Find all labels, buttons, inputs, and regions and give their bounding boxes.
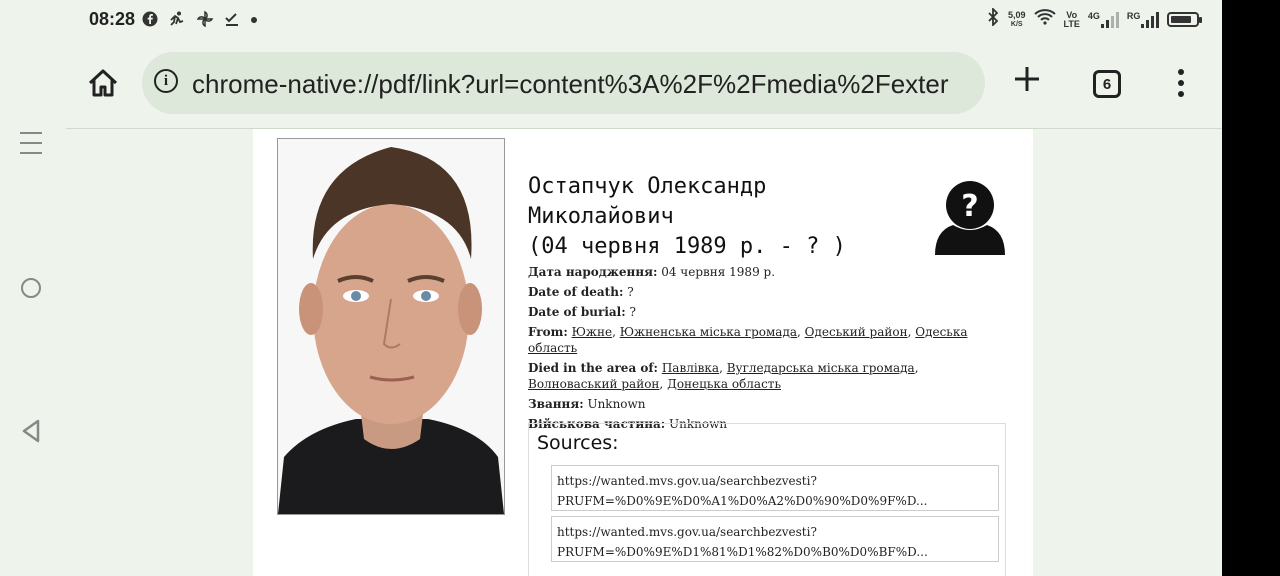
clock: 08:28 [89, 9, 136, 29]
pdf-page: Остапчук Олександр Миколайович (04 червн… [253, 129, 1033, 576]
dot-icon [250, 11, 258, 32]
home-icon [88, 69, 118, 97]
info-icon[interactable]: i [154, 69, 178, 93]
death-label: Date of death: [528, 285, 624, 299]
birth-label: Дата народження: [528, 265, 658, 279]
profile-photo [277, 138, 505, 515]
rank-row: Звання: Unknown [528, 396, 998, 412]
source-link-2[interactable]: https://wanted.mvs.gov.ua/searchbezvesti… [551, 516, 999, 562]
recent-apps-button[interactable] [20, 132, 42, 162]
screen-edge [1222, 0, 1280, 576]
home-nav-button[interactable] [21, 278, 41, 298]
from-link-community[interactable]: Южненська міська громада [620, 325, 797, 339]
died-link-district[interactable]: Волноваський район [528, 377, 659, 391]
died-link-region[interactable]: Донецька область [667, 377, 781, 391]
back-button[interactable] [20, 418, 42, 449]
new-tab-button[interactable] [1012, 64, 1042, 100]
wifi-icon [1033, 9, 1056, 30]
status-bar: 08:28 5,09 K/S Vo LTE 4G RG [0, 0, 1222, 40]
name-line-patronymic: Миколайович [528, 204, 674, 229]
person-photo-icon [278, 139, 504, 514]
from-link-town[interactable]: Южне [572, 325, 612, 339]
person-details: Дата народження: 04 червня 1989 р. Date … [528, 264, 998, 436]
source-url-line: PRUFM=%D0%9E%D1%81%D1%82%D0%B0%D0%BF%D..… [557, 545, 928, 559]
source-link-1[interactable]: https://wanted.mvs.gov.ua/searchbezvesti… [551, 465, 999, 511]
menu-line [20, 142, 42, 144]
facebook-icon [142, 11, 158, 32]
died-link-village[interactable]: Павлівка [662, 361, 719, 375]
unknown-person-icon: ? [931, 179, 1009, 257]
home-button[interactable] [86, 66, 120, 100]
burial-value: ? [625, 305, 636, 319]
plus-icon [1015, 67, 1039, 91]
system-icons: 5,09 K/S Vo LTE 4G RG [986, 6, 1203, 31]
from-link-district[interactable]: Одеський район [805, 325, 908, 339]
menu-line [20, 152, 42, 154]
volte-indicator: Vo LTE [1063, 10, 1080, 29]
death-value: ? [623, 285, 634, 299]
net-speed-unit: K/S [1010, 20, 1023, 28]
net-type-label: 4G [1087, 10, 1100, 21]
died-area-label: Died in the area of: [528, 361, 658, 375]
person-name: Остапчук Олександр Миколайович (04 червн… [528, 172, 858, 262]
birth-value: 04 червня 1989 р. [657, 265, 776, 279]
burial-label: Date of burial: [528, 305, 626, 319]
net-speed-value: 5,09 [1008, 9, 1026, 20]
sources-title: Sources: [537, 432, 619, 454]
death-row: Date of death: ? [528, 284, 998, 300]
menu-line [20, 132, 42, 134]
rank-value: Unknown [583, 397, 646, 411]
name-line-dates: (04 червня 1989 р. - ? ) [528, 234, 846, 259]
menu-dot [1178, 80, 1184, 86]
signal-second-sim: RG [1126, 10, 1160, 28]
menu-dot [1178, 91, 1184, 97]
source-url-line: https://wanted.mvs.gov.ua/searchbezvesti… [557, 525, 817, 539]
source-url-line: https://wanted.mvs.gov.ua/searchbezvesti… [557, 474, 817, 488]
tab-switcher-button[interactable]: 6 [1093, 70, 1121, 98]
signal-bars-icon [1100, 11, 1119, 28]
signal-bars-icon [1141, 11, 1160, 28]
from-label: From: [528, 325, 568, 339]
net-speed: 5,09 K/S [1008, 9, 1026, 29]
burial-row: Date of burial: ? [528, 304, 998, 320]
rank-label: Звання: [528, 397, 584, 411]
died-area-row: Died in the area of: Павлівка, Вугледарс… [528, 361, 919, 391]
volte-bottom: LTE [1063, 18, 1080, 29]
activity-icon [168, 11, 186, 32]
svg-text:?: ? [961, 189, 978, 224]
bluetooth-icon [986, 6, 1000, 31]
signal-4g: 4G [1087, 10, 1119, 28]
pinwheel-icon [196, 10, 214, 33]
address-bar[interactable]: i chrome-native://pdf/link?url=content%3… [142, 52, 985, 114]
check-icon [224, 11, 240, 32]
name-line-surname: Остапчук Олександр [528, 174, 767, 199]
url-text[interactable]: chrome-native://pdf/link?url=content%3A%… [192, 69, 949, 100]
notification-icons [142, 10, 258, 33]
died-link-community[interactable]: Вугледарська міська громада [727, 361, 915, 375]
menu-dot [1178, 69, 1184, 75]
source-url-line: PRUFM=%D0%9E%D0%A1%D0%A2%D0%90%D0%9F%D..… [557, 494, 928, 508]
battery-icon [1167, 12, 1203, 27]
back-arrow-icon [22, 419, 40, 443]
sources-panel: Sources: https://wanted.mvs.gov.ua/searc… [528, 423, 1006, 576]
carrier-tag: RG [1126, 10, 1141, 21]
from-row: From: Южне, Южненська міська громада, Од… [528, 325, 968, 355]
overflow-menu-button[interactable] [1178, 69, 1188, 102]
birth-row: Дата народження: 04 червня 1989 р. [528, 264, 998, 280]
